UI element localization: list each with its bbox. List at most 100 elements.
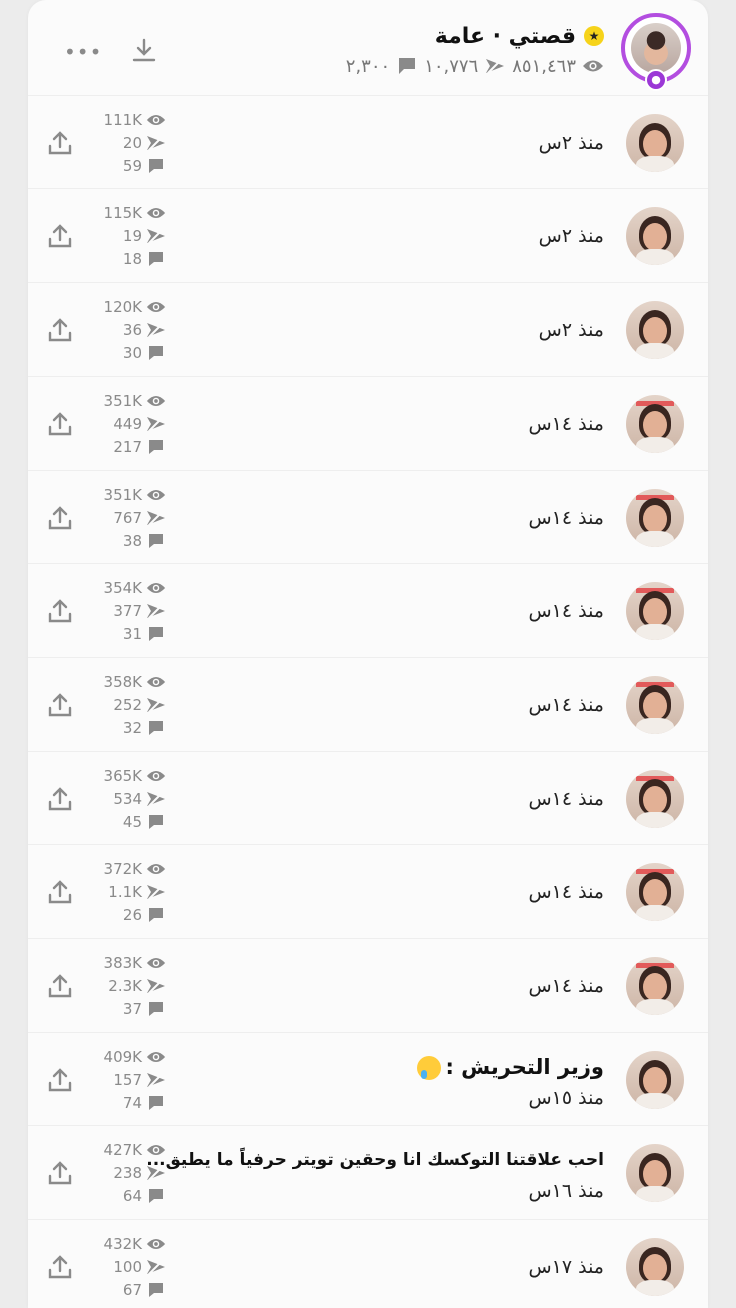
snap-thumbnail[interactable] <box>626 582 684 640</box>
snap-stats: 354K 377 31 <box>96 576 166 645</box>
screenshot-icon <box>147 977 165 994</box>
snap-replies: 32 <box>122 718 142 737</box>
share-icon[interactable] <box>46 691 74 719</box>
screenshot-icon <box>147 1258 165 1275</box>
snap-thumbnail[interactable] <box>626 957 684 1015</box>
snap-replies: 59 <box>122 156 142 175</box>
story-snap-row[interactable]: منذ ٢س 120K 36 30 <box>28 282 708 376</box>
snap-caption-text: وزير التحريش : <box>445 1055 604 1079</box>
snap-stats: 358K 252 32 <box>96 670 166 739</box>
snap-time: منذ ٢س <box>538 132 604 154</box>
snap-views: 432K <box>103 1234 142 1253</box>
snap-thumbnail[interactable] <box>626 770 684 828</box>
snap-screenshots: 238 <box>113 1163 142 1182</box>
share-icon[interactable] <box>46 1253 74 1281</box>
reply-icon <box>149 1095 163 1110</box>
snap-stats: 351K 449 217 <box>96 389 166 458</box>
eye-icon <box>146 301 166 312</box>
snap-time: منذ ١٤س <box>528 975 604 997</box>
snap-thumbnail[interactable] <box>626 676 684 734</box>
snap-time: منذ ١٤س <box>528 600 604 622</box>
share-icon[interactable] <box>46 597 74 625</box>
snap-stats: 409K 157 74 <box>96 1045 166 1114</box>
share-icon[interactable] <box>46 504 74 532</box>
snap-thumbnail[interactable] <box>626 114 684 172</box>
screenshot-icon <box>147 883 165 900</box>
snap-thumbnail[interactable] <box>626 301 684 359</box>
eye-icon <box>146 395 166 406</box>
share-icon[interactable] <box>46 1066 74 1094</box>
snap-thumbnail[interactable] <box>626 395 684 453</box>
share-icon[interactable] <box>46 785 74 813</box>
snap-screenshots: 377 <box>113 601 142 620</box>
snap-views: 383K <box>103 953 142 972</box>
story-snap-row[interactable]: منذ ١٧س 432K 100 67 <box>28 1219 708 1308</box>
screenshot-icon <box>147 696 165 713</box>
snap-time: منذ ١٦س <box>528 1180 604 1202</box>
more-options-icon[interactable]: ••• <box>64 40 102 64</box>
screenshot-icon <box>147 1071 165 1088</box>
snap-time: منذ ٢س <box>538 319 604 341</box>
reply-icon <box>149 345 163 360</box>
snap-screenshots: 20 <box>122 133 142 152</box>
snap-time: منذ ١٤س <box>528 881 604 903</box>
story-snap-row[interactable]: منذ ٢س 111K 20 59 <box>28 95 708 189</box>
eye-icon <box>146 1238 166 1249</box>
screenshot-icon <box>147 227 165 244</box>
eye-icon <box>146 676 166 687</box>
snap-caption: وزير التحريش : <box>413 1055 604 1080</box>
story-panel: ● ★ قصتي · عامة ٨٥١,٤٦٣ ١٠,٧٧٦ ٢,٣٠٠ ••• <box>28 0 708 1308</box>
snap-thumbnail[interactable] <box>626 1144 684 1202</box>
screenshot-icon <box>147 509 165 526</box>
story-snap-row[interactable]: منذ ١٤س 358K 252 32 <box>28 657 708 751</box>
share-icon[interactable] <box>46 1159 74 1187</box>
snap-screenshots: 100 <box>113 1257 142 1276</box>
story-snap-row[interactable]: وزير التحريش : منذ ١٥س 409K 157 74 <box>28 1032 708 1126</box>
eye-icon <box>146 957 166 968</box>
story-snap-row[interactable]: منذ ١٤س 383K 2.3K 37 <box>28 938 708 1032</box>
snap-replies: 217 <box>113 437 142 456</box>
snap-time: منذ ١٤س <box>528 788 604 810</box>
story-snap-row[interactable]: منذ ١٤س 351K 449 217 <box>28 376 708 470</box>
story-snap-row[interactable]: منذ ١٤س 351K 767 38 <box>28 470 708 564</box>
share-icon[interactable] <box>46 316 74 344</box>
snap-views: 351K <box>103 391 142 410</box>
snap-replies: 67 <box>122 1280 142 1299</box>
snap-stats: 115K 19 18 <box>96 201 166 270</box>
share-icon[interactable] <box>46 222 74 250</box>
reply-icon <box>149 533 163 548</box>
reply-icon <box>149 158 163 173</box>
eye-icon <box>146 489 166 500</box>
download-icon[interactable] <box>130 36 158 64</box>
snap-thumbnail[interactable] <box>626 1051 684 1109</box>
snap-time: منذ ٢س <box>538 225 604 247</box>
snap-thumbnail[interactable] <box>626 863 684 921</box>
snap-thumbnail[interactable] <box>626 489 684 547</box>
snap-stats: 111K 20 59 <box>96 108 166 177</box>
screenshot-icon <box>147 134 165 151</box>
story-snap-row[interactable]: احب علاقتنا التوكسك انا وحقين تويتر حرفي… <box>28 1125 708 1219</box>
snap-views: 120K <box>103 297 142 316</box>
share-icon[interactable] <box>46 410 74 438</box>
snap-time: منذ ١٤س <box>528 507 604 529</box>
eye-icon <box>146 1051 166 1062</box>
story-snap-row[interactable]: منذ ١٤س 365K 534 45 <box>28 751 708 845</box>
share-icon[interactable] <box>46 878 74 906</box>
share-icon[interactable] <box>46 972 74 1000</box>
story-stats: ٨٥١,٤٦٣ ١٠,٧٧٦ ٢,٣٠٠ <box>346 53 604 79</box>
story-snap-row[interactable]: منذ ١٤س 372K 1.1K 26 <box>28 844 708 938</box>
snap-stats: 365K 534 45 <box>96 764 166 833</box>
story-views: ٨٥١,٤٦٣ <box>512 55 576 77</box>
story-screenshots: ١٠,٧٧٦ <box>424 55 479 77</box>
snap-thumbnail[interactable] <box>626 207 684 265</box>
story-snap-row[interactable]: منذ ٢س 115K 19 18 <box>28 188 708 282</box>
story-snap-row[interactable]: منذ ١٤س 354K 377 31 <box>28 563 708 657</box>
snap-screenshots: 767 <box>113 508 142 527</box>
screenshot-icon <box>147 415 165 432</box>
snap-views: 365K <box>103 766 142 785</box>
globe-icon: ● <box>645 69 667 91</box>
snap-screenshots: 2.3K <box>108 976 142 995</box>
snap-time: منذ ١٤س <box>528 694 604 716</box>
share-icon[interactable] <box>46 129 74 157</box>
snap-thumbnail[interactable] <box>626 1238 684 1296</box>
